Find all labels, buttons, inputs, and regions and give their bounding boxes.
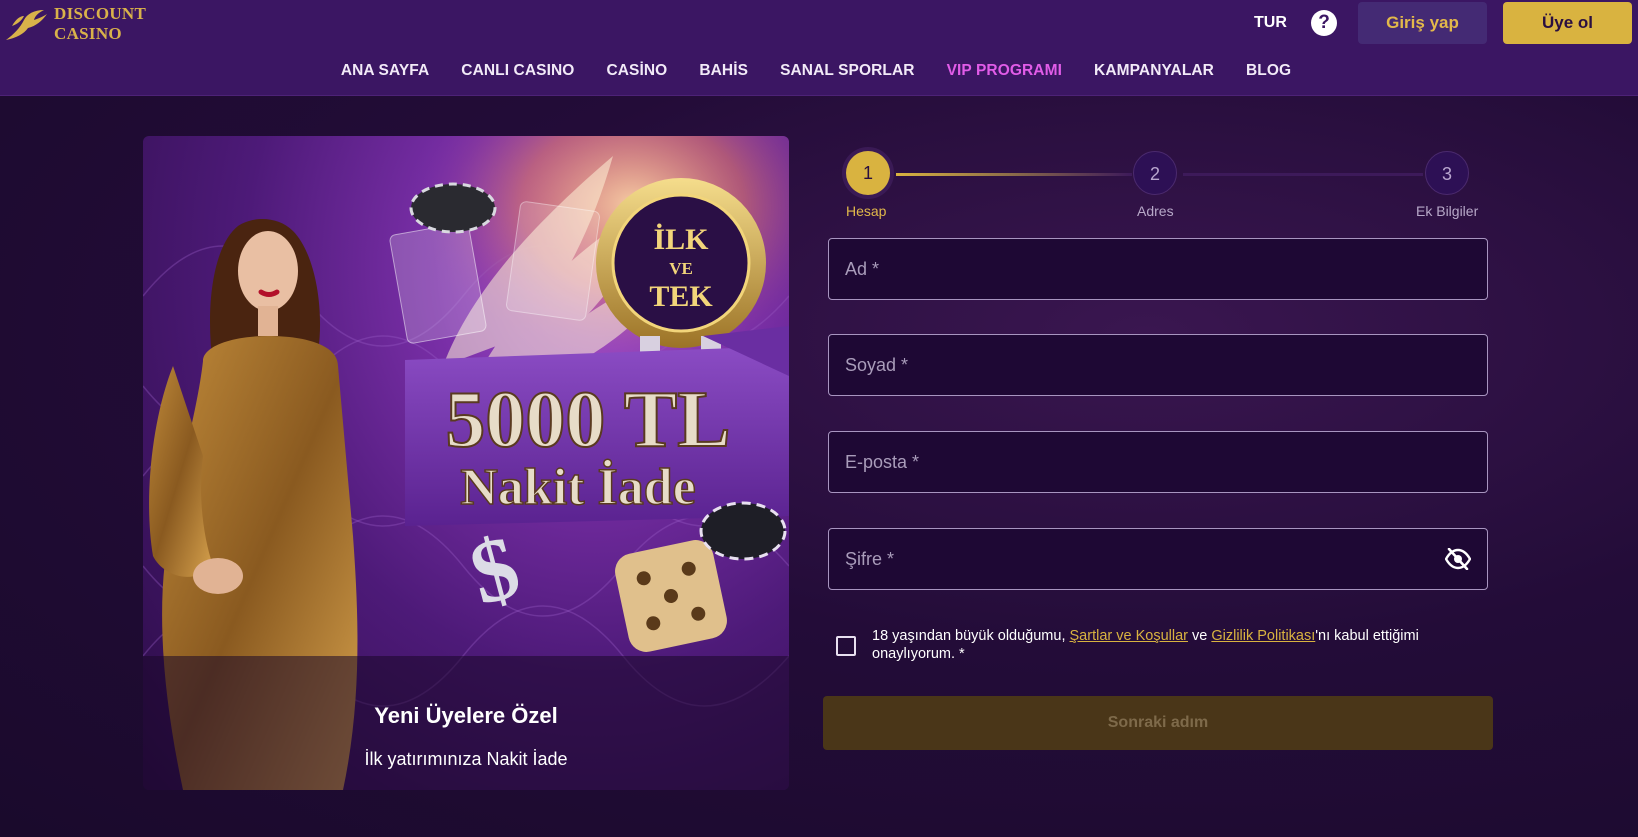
login-button[interactable]: Giriş yap — [1358, 2, 1487, 44]
email-input[interactable] — [829, 432, 1487, 492]
help-icon[interactable]: ? — [1311, 10, 1337, 36]
nav-item-kampanyalar[interactable]: KAMPANYALAR — [1078, 62, 1230, 80]
promo-banner: İLK VE TEK 5000 TL Nakit İade $ Yeni Üye… — [143, 136, 789, 790]
password-input[interactable] — [829, 529, 1487, 589]
logo-line-2: CASINO — [54, 24, 122, 43]
nav-item-casino[interactable]: CASİNO — [590, 62, 683, 80]
stepper-line-2 — [1183, 173, 1423, 176]
terms-prefix: 18 yaşından büyük olduğumu, — [872, 628, 1070, 644]
bird-logo-icon — [6, 10, 47, 40]
nav-item-bahis[interactable]: BAHİS — [683, 62, 764, 80]
nav-item-blog[interactable]: BLOG — [1230, 62, 1307, 80]
nav-item-ana-sayfa[interactable]: ANA SAYFA — [325, 62, 445, 80]
first-name-input[interactable] — [829, 239, 1487, 299]
register-button[interactable]: Üye ol — [1503, 2, 1632, 44]
step-1-label: Hesap — [846, 203, 887, 219]
promo-offer: Nakit İade — [460, 459, 695, 516]
privacy-link[interactable]: Gizlilik Politikası — [1211, 628, 1315, 644]
promo-title: Yeni Üyelere Özel — [374, 703, 558, 728]
promo-amount: 5000 TL — [445, 376, 730, 464]
step-3-label: Ek Bilgiler — [1416, 203, 1479, 219]
password-field-wrapper — [828, 528, 1488, 590]
step-2-label: Adres — [1137, 203, 1174, 219]
step-2-circle: 2 — [1133, 151, 1177, 195]
svg-text:$: $ — [460, 517, 529, 624]
first-name-field-wrapper — [828, 238, 1488, 300]
main-nav: ANA SAYFA CANLI CASINO CASİNO BAHİS SANA… — [0, 62, 1638, 80]
terms-middle: ve — [1187, 628, 1212, 644]
promo-subtitle: İlk yatırımınıza Nakit İade — [364, 749, 568, 769]
email-field-wrapper — [828, 431, 1488, 493]
language-selector[interactable]: TUR — [1254, 14, 1287, 32]
terms-checkbox[interactable] — [836, 636, 856, 656]
logo-line-1: DISCOUNT — [54, 4, 147, 23]
logo[interactable]: DISCOUNT CASINO — [4, 4, 146, 44]
eye-slash-icon[interactable] — [1445, 548, 1471, 570]
promo-artwork: İLK VE TEK 5000 TL Nakit İade $ — [143, 136, 789, 790]
stepper-line-1 — [896, 173, 1132, 176]
last-name-field-wrapper — [828, 334, 1488, 396]
step-1-circle: 1 — [846, 151, 890, 195]
last-name-input[interactable] — [829, 335, 1487, 395]
step-3-circle: 3 — [1425, 151, 1469, 195]
badge-line-1: İLK — [653, 223, 709, 256]
badge-line-3: TEK — [649, 280, 713, 313]
site-header: DISCOUNT CASINO TUR ? Giriş yap Üye ol A… — [0, 0, 1638, 96]
nav-item-sanal-sporlar[interactable]: SANAL SPORLAR — [764, 62, 931, 80]
next-step-button[interactable]: Sonraki adım — [823, 696, 1493, 750]
terms-text: 18 yaşından büyük olduğumu, Şartlar ve K… — [872, 627, 1442, 663]
nav-item-canli-casino[interactable]: CANLI CASINO — [445, 62, 590, 80]
badge-line-2: VE — [669, 259, 693, 278]
nav-item-vip-programi[interactable]: VIP PROGRAMI — [931, 62, 1078, 80]
terms-link[interactable]: Şartlar ve Koşullar — [1070, 628, 1188, 644]
logo-text: DISCOUNT CASINO — [54, 4, 146, 44]
